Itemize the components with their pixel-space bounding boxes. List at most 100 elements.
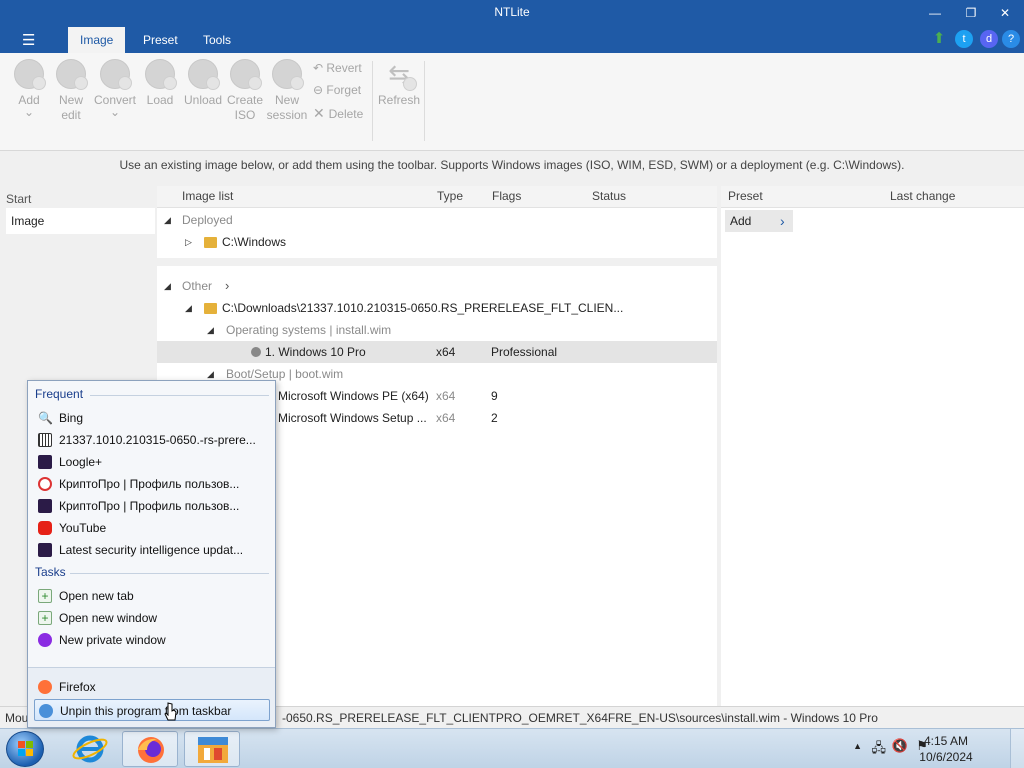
jumplist-item[interactable]: КриптоПро | Профиль пользов... bbox=[34, 473, 270, 495]
new-session-icon bbox=[272, 59, 304, 90]
internet-explorer-taskbar-button[interactable] bbox=[62, 731, 118, 767]
window-title: NTLite bbox=[494, 5, 530, 19]
jumplist-item[interactable]: Latest security intelligence updat... bbox=[34, 539, 270, 561]
menu-icon[interactable]: ☰ bbox=[22, 31, 35, 49]
table-row[interactable]: ◢ Operating systems | install.wim bbox=[157, 319, 717, 341]
page-icon bbox=[38, 455, 52, 469]
show-desktop-button[interactable] bbox=[1010, 729, 1024, 768]
tab-preset[interactable]: Preset bbox=[131, 27, 190, 53]
jumplist-task[interactable]: New private window bbox=[34, 629, 270, 651]
clock[interactable]: 4:15 AM 10/6/2024 bbox=[916, 733, 976, 765]
group-deployed[interactable]: ◢ Deployed bbox=[157, 209, 717, 231]
windows-logo-icon bbox=[18, 741, 33, 756]
refresh-button[interactable]: ⇆ Refresh bbox=[376, 59, 422, 108]
tasks-header: Tasks bbox=[35, 565, 66, 579]
discord-icon[interactable]: d bbox=[980, 30, 998, 48]
folder-icon bbox=[204, 303, 217, 314]
image-list-header: Image list Type Flags Status bbox=[157, 186, 717, 208]
title-bar: NTLite — ❐ ✕ bbox=[0, 0, 1024, 26]
load-button[interactable]: Load bbox=[139, 59, 181, 108]
show-hidden-icons-icon[interactable]: ▲ bbox=[853, 741, 862, 751]
tab-tools[interactable]: Tools bbox=[191, 27, 243, 53]
col-status[interactable]: Status bbox=[592, 189, 626, 203]
update-arrow-icon[interactable]: ⬆ bbox=[930, 30, 948, 48]
pin-icon bbox=[39, 704, 53, 718]
revert-button[interactable]: ↶ Revert bbox=[313, 61, 362, 75]
add-icon bbox=[14, 59, 46, 90]
ribbon-toolbar: Add ⌄ New edit Convert ⌄ Load Unload Cre… bbox=[0, 53, 1024, 151]
new-window-icon: + bbox=[38, 611, 52, 625]
help-icon[interactable]: ? bbox=[1002, 30, 1020, 48]
minimize-button[interactable]: — bbox=[920, 3, 950, 23]
firefox-icon bbox=[138, 737, 164, 763]
sidebar-item-image[interactable]: Image bbox=[6, 208, 155, 234]
archive-icon bbox=[38, 433, 52, 447]
unload-button[interactable]: Unload bbox=[181, 59, 225, 108]
jumplist-item[interactable]: YouTube bbox=[34, 517, 270, 539]
jumplist-task[interactable]: + Open new tab bbox=[34, 585, 270, 607]
create-iso-icon bbox=[230, 59, 262, 90]
jumplist-item[interactable]: Loogle+ bbox=[34, 451, 270, 473]
search-icon: 🔍 bbox=[38, 411, 53, 425]
new-session-button[interactable]: New session bbox=[266, 59, 308, 123]
forget-button[interactable]: ⊖ Forget bbox=[313, 83, 361, 97]
new-tab-icon: + bbox=[38, 589, 52, 603]
jumplist-item[interactable]: 🔍 Bing bbox=[34, 407, 270, 429]
open-firefox-item[interactable]: Firefox bbox=[34, 676, 270, 698]
col-preset[interactable]: Preset bbox=[728, 189, 763, 203]
internet-explorer-icon bbox=[72, 735, 108, 763]
preset-add-button[interactable]: Add › bbox=[725, 210, 793, 232]
youtube-icon bbox=[38, 521, 52, 535]
network-icon[interactable]: 🖧 bbox=[872, 739, 887, 761]
image-status-icon bbox=[251, 347, 261, 357]
jumplist-task[interactable]: + Open new window bbox=[34, 607, 270, 629]
page-icon bbox=[38, 499, 52, 513]
twitter-icon[interactable]: t bbox=[955, 30, 973, 48]
group-other[interactable]: ◢ Other › bbox=[157, 275, 717, 297]
jumplist-item[interactable]: 21337.1010.210315-0650.-rs-prere... bbox=[34, 429, 270, 451]
table-row[interactable]: ▷ C:\Windows bbox=[157, 231, 717, 253]
load-icon bbox=[145, 59, 177, 90]
convert-icon bbox=[100, 59, 132, 90]
volume-muted-icon[interactable]: 🔇 bbox=[892, 738, 908, 754]
close-button[interactable]: ✕ bbox=[990, 3, 1020, 23]
folder-icon bbox=[204, 237, 217, 248]
col-image-list[interactable]: Image list bbox=[182, 189, 233, 203]
page-icon bbox=[38, 543, 52, 557]
collapse-icon: ◢ bbox=[185, 303, 192, 313]
chevron-right-icon[interactable]: › bbox=[225, 275, 229, 297]
table-row[interactable]: 1. Windows 10 Pro x64 Professional bbox=[157, 341, 717, 363]
add-button[interactable]: Add ⌄ bbox=[8, 59, 50, 118]
new-edit-icon bbox=[56, 59, 88, 90]
ntlite-taskbar-button[interactable] bbox=[184, 731, 240, 767]
info-text: Use an existing image below, or add them… bbox=[0, 152, 1024, 178]
collapse-icon: ◢ bbox=[164, 281, 171, 291]
delete-button[interactable]: ✕ Delete bbox=[313, 105, 363, 122]
jumplist-footer: Firefox Unpin this program from taskbar bbox=[28, 667, 275, 727]
restore-button[interactable]: ❐ bbox=[956, 3, 986, 23]
firefox-taskbar-button[interactable] bbox=[122, 731, 178, 767]
section-divider bbox=[90, 395, 269, 396]
taskbar: ▲ 🖧 🔇 ⚑ 4:15 AM 10/6/2024 bbox=[0, 728, 1024, 768]
convert-button[interactable]: Convert ⌄ bbox=[92, 59, 138, 118]
firefox-icon bbox=[38, 680, 52, 694]
tab-image[interactable]: Image bbox=[68, 27, 126, 53]
unpin-from-taskbar-item[interactable]: Unpin this program from taskbar bbox=[34, 699, 270, 721]
refresh-icon: ⇆ bbox=[384, 59, 417, 91]
ntlite-icon bbox=[198, 737, 228, 763]
col-type[interactable]: Type bbox=[437, 189, 463, 203]
ribbon-separator bbox=[372, 61, 373, 141]
jumplist-item[interactable]: КриптоПро | Профиль пользов... bbox=[34, 495, 270, 517]
forget-icon: ⊖ bbox=[313, 83, 327, 97]
table-row[interactable]: ◢ C:\Downloads\21337.1010.210315-0650.RS… bbox=[157, 297, 717, 319]
col-last-change[interactable]: Last change bbox=[890, 189, 955, 203]
create-iso-button[interactable]: Create ISO bbox=[224, 59, 266, 123]
firefox-jump-list: Frequent 🔍 Bing 21337.1010.210315-0650.-… bbox=[27, 380, 276, 728]
new-edit-button[interactable]: New edit bbox=[50, 59, 92, 123]
chevron-right-icon: › bbox=[780, 213, 785, 229]
start-button[interactable] bbox=[6, 731, 44, 767]
group-divider bbox=[157, 258, 717, 266]
col-flags[interactable]: Flags bbox=[492, 189, 521, 203]
collapse-icon: ◢ bbox=[164, 215, 171, 225]
collapse-icon: ◢ bbox=[207, 325, 214, 335]
